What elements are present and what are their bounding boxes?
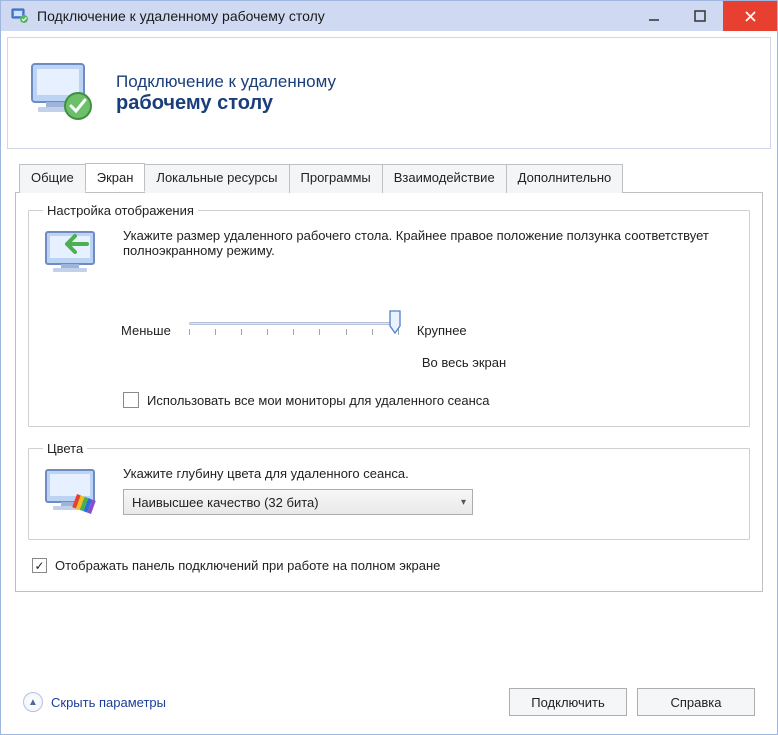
slider-label-more: Крупнее xyxy=(417,323,467,338)
window-title: Подключение к удаленному рабочему столу xyxy=(37,8,631,24)
header-line2: рабочему столу xyxy=(116,92,336,115)
maximize-button[interactable] xyxy=(677,2,723,30)
show-connection-bar-checkbox[interactable]: ✓ xyxy=(32,558,47,573)
rdp-dialog-window: Подключение к удаленному рабочему столу … xyxy=(0,0,778,735)
app-icon xyxy=(11,7,29,25)
monitor-resolution-icon xyxy=(43,228,105,283)
titlebar: Подключение к удаленному рабочему столу xyxy=(1,1,777,31)
tab-general[interactable]: Общие xyxy=(19,164,86,193)
slider-thumb[interactable] xyxy=(389,310,401,334)
minimize-button[interactable] xyxy=(631,2,677,30)
dialog-header: Подключение к удаленному рабочему столу xyxy=(7,37,771,149)
show-connection-bar-label: Отображать панель подключений при работе… xyxy=(55,558,440,573)
color-depth-dropdown[interactable]: Наивысшее качество (32 бита) ▾ xyxy=(123,489,473,515)
tab-local-resources[interactable]: Локальные ресурсы xyxy=(144,164,289,193)
resolution-slider[interactable] xyxy=(189,313,399,347)
slider-value-label: Во весь экран xyxy=(43,355,735,370)
header-line1: Подключение к удаленному xyxy=(116,72,336,92)
slider-label-less: Меньше xyxy=(121,323,171,338)
color-depth-icon xyxy=(43,466,105,521)
chevron-down-icon: ▾ xyxy=(461,497,466,508)
connect-button[interactable]: Подключить xyxy=(509,688,627,716)
header-text: Подключение к удаленному рабочему столу xyxy=(116,72,336,115)
tab-programs[interactable]: Программы xyxy=(289,164,383,193)
display-config-legend: Настройка отображения xyxy=(43,203,198,218)
tab-screen[interactable]: Экран xyxy=(85,163,146,192)
display-config-group: Настройка отображения Укажите размер уда… xyxy=(28,203,750,427)
hide-options-label: Скрыть параметры xyxy=(51,695,166,710)
content-area: Общие Экран Локальные ресурсы Программы … xyxy=(1,149,777,592)
help-button[interactable]: Справка xyxy=(637,688,755,716)
tab-advanced[interactable]: Дополнительно xyxy=(506,164,624,193)
use-all-monitors-checkbox[interactable] xyxy=(123,392,139,408)
close-button[interactable] xyxy=(723,1,777,31)
hide-options-link[interactable]: ▲ Скрыть параметры xyxy=(23,692,166,712)
tab-pane-screen: Настройка отображения Укажите размер уда… xyxy=(15,193,763,592)
chevron-up-icon: ▲ xyxy=(23,692,43,712)
display-config-desc: Укажите размер удаленного рабочего стола… xyxy=(123,228,735,283)
dialog-footer: ▲ Скрыть параметры Подключить Справка xyxy=(1,688,777,716)
tabstrip: Общие Экран Локальные ресурсы Программы … xyxy=(15,163,763,193)
color-depth-selected: Наивысшее качество (32 бита) xyxy=(132,495,319,510)
rdp-logo-icon xyxy=(26,56,98,131)
tab-experience[interactable]: Взаимодействие xyxy=(382,164,507,193)
colors-desc: Укажите глубину цвета для удаленного сеа… xyxy=(123,466,735,481)
use-all-monitors-label: Использовать все мои мониторы для удален… xyxy=(147,393,490,408)
colors-legend: Цвета xyxy=(43,441,87,456)
colors-group: Цвета xyxy=(28,441,750,540)
